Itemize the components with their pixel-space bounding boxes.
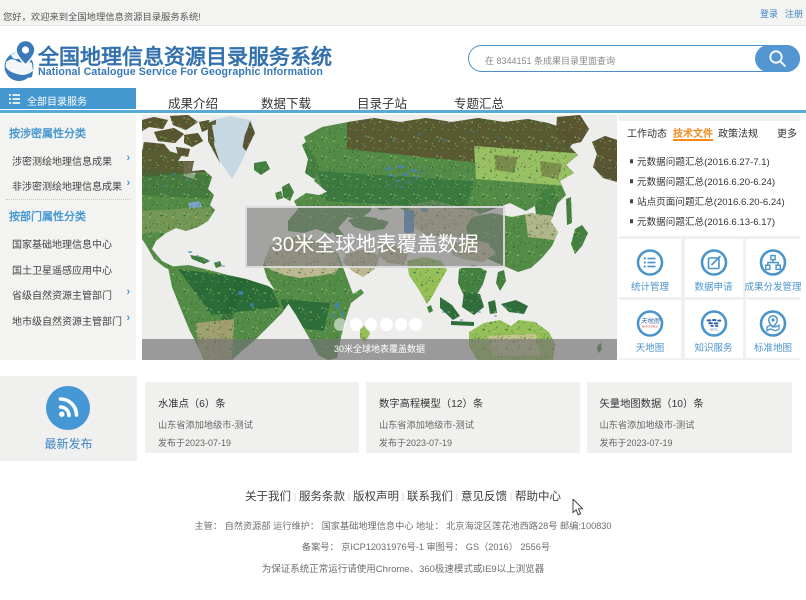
svg-text:天地图: 天地图 [641,317,660,325]
svg-text:MAP WORLD: MAP WORLD [642,324,658,328]
svg-text:NGCC: NGCC [710,327,718,331]
